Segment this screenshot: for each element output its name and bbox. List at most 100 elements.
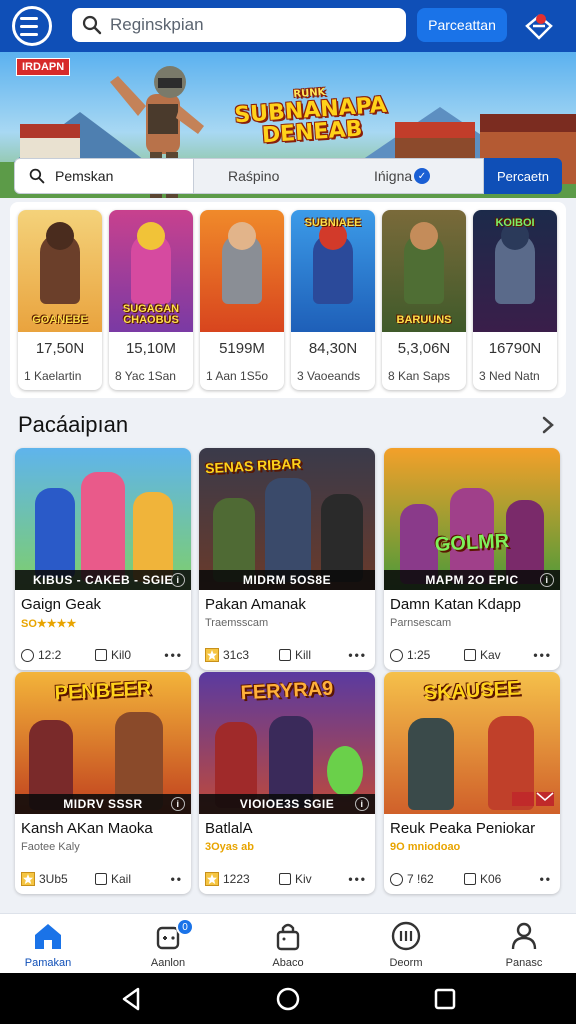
more-options-icon[interactable]: •• <box>540 872 552 886</box>
bag-icon <box>276 923 300 951</box>
game-tile[interactable]: KIBUS - CAKEB - SGIE i Gaign Geak SO★★★★ … <box>15 448 191 670</box>
recents-icon[interactable] <box>431 985 459 1013</box>
game-rating: 8 Yac 1San <box>115 369 176 383</box>
chevron-right-icon[interactable] <box>540 414 556 436</box>
notification-diamond-icon[interactable] <box>524 12 554 40</box>
info-icon[interactable]: i <box>171 797 185 811</box>
game-tile[interactable]: GOLMR MAPM 2O EPIC i Damn Katan Kdapp Par… <box>384 448 560 670</box>
game-card[interactable]: GOANEBE 17,50N 1 Kaelartin <box>18 210 102 390</box>
game-card[interactable]: SUBNIAEE 84,30N 3 Vaoeands <box>291 210 375 390</box>
game-card[interactable]: SUGAGAN CHAOBUS 15,10M 8 Yac 1San <box>109 210 193 390</box>
game-tile-strip: MIDRM 5OS8E <box>199 570 375 590</box>
character-head <box>410 222 438 250</box>
profile-icon <box>511 922 537 950</box>
checkbox-icon[interactable] <box>464 873 476 885</box>
checkbox-icon[interactable] <box>464 649 476 661</box>
filter-tab-1[interactable]: Raśpino <box>228 168 279 184</box>
game-tile[interactable]: PENBEER MIDRV SSSR i Kansh AKan Maoka Fao… <box>15 672 191 894</box>
game-tile-stat-1: 31c3 <box>223 648 250 662</box>
character-figure <box>133 492 173 582</box>
game-tile-stat-1: 3Ub5 <box>39 872 68 886</box>
nav-item-store[interactable]: Abaco <box>240 920 336 974</box>
game-tile-strip-text: MIDRM 5OS8E <box>242 573 332 587</box>
nav-item-label: Deorm <box>389 957 423 969</box>
game-size: 84,30N <box>308 340 358 357</box>
game-tile-strip-text: MAPM 2O EPIC <box>425 573 519 587</box>
filter-search-label: Pemskan <box>55 168 114 184</box>
game-card-art: KOIBOI <box>473 210 557 332</box>
checkbox-icon[interactable] <box>279 873 291 885</box>
character-figure <box>35 488 75 578</box>
nav-item-label: Aanlon <box>150 957 186 969</box>
game-tile[interactable]: SKAUSEE Reuk Peaka Peniokar 9O mniodoao … <box>384 672 560 894</box>
game-size: 16790N <box>488 340 542 357</box>
game-tile[interactable]: FERYRA9 VIOIOE3S SGIE i BatlalA 3Oyas ab … <box>199 672 375 894</box>
more-options-icon[interactable]: ••• <box>164 648 183 662</box>
game-card-art: SUBNIAEE <box>291 210 375 332</box>
game-card-art: BARUUNS <box>382 210 466 332</box>
menu-icon <box>20 24 38 28</box>
character-figure <box>321 494 363 582</box>
more-options-icon[interactable]: •• <box>171 872 183 886</box>
game-rating: 1 Aan 1S5o <box>206 369 269 383</box>
character-head <box>228 222 256 250</box>
more-options-icon[interactable]: ••• <box>348 872 367 886</box>
more-options-icon[interactable]: ••• <box>533 648 552 662</box>
checkbox-icon[interactable] <box>279 649 291 661</box>
nav-item-list[interactable]: Deorm <box>358 920 454 974</box>
filter-tabs: Raśpino Ińigna ✓ <box>194 158 484 194</box>
game-tile-subtitle: Parnsescam <box>390 617 452 629</box>
character-figure <box>81 472 125 582</box>
home-circle-icon[interactable] <box>274 985 302 1013</box>
game-tile[interactable]: SENAS RIBAR MIDRM 5OS8E Pakan Amanak Tra… <box>199 448 375 670</box>
filter-apply-button[interactable]: Percaetn <box>484 158 562 194</box>
info-icon[interactable]: i <box>171 573 185 587</box>
game-card-art-title: GOANEBE <box>32 314 88 326</box>
game-tile-art: KIBUS - CAKEB - SGIE i <box>15 448 191 590</box>
more-options-icon[interactable]: ••• <box>348 648 367 662</box>
home-icon <box>35 924 61 949</box>
game-card-art-title: SUBNIAEE <box>304 217 362 229</box>
info-icon[interactable]: i <box>355 797 369 811</box>
game-tile-subtitle: Traemsscam <box>205 617 269 629</box>
game-card[interactable]: BARUUNS 5,3,06N 8 Kan Saps <box>382 210 466 390</box>
character-head <box>46 222 74 250</box>
menu-icon <box>20 16 38 20</box>
game-card-art <box>200 210 284 332</box>
filter-tab-2[interactable]: Ińigna <box>374 168 412 184</box>
hero-title: RUNK SUBNANAPA DENEAB <box>224 82 397 150</box>
menu-button[interactable] <box>12 6 52 46</box>
game-card[interactable]: 5199M 1 Aan 1S5o <box>200 210 284 390</box>
game-tile-subtitle: SO★★★★ <box>21 618 77 630</box>
checkbox-icon[interactable] <box>95 649 107 661</box>
character-figure <box>408 718 454 810</box>
search-field[interactable]: Reginskpian <box>72 8 406 42</box>
nav-badge: 0 <box>176 918 194 936</box>
info-icon[interactable]: i <box>540 573 554 587</box>
game-tile-art: PENBEER MIDRV SSSR i <box>15 672 191 814</box>
bottom-navigation: Pamakan 0 Aanlon Abaco Deorm Panasc <box>0 913 576 973</box>
game-tile-stat-2: Kav <box>480 648 501 662</box>
nav-item-profile[interactable]: Panasc <box>476 920 572 974</box>
game-tile-footer: 1223 Kiv ••• <box>203 870 371 888</box>
top-games-carousel[interactable]: GOANEBE 17,50N 1 Kaelartin SUGAGAN CHAOB… <box>10 202 566 398</box>
header-action-button[interactable]: Parceattan <box>417 8 507 42</box>
game-tile-art-title: PENBEER <box>54 677 152 705</box>
game-card[interactable]: KOIBOI 16790N 3 Ned Natn <box>473 210 557 390</box>
nav-item-games[interactable]: 0 Aanlon <box>120 918 216 974</box>
badge-mail-icon <box>512 792 554 806</box>
game-tile-title: Pakan Amanak <box>205 596 306 613</box>
game-tile-title: Kansh AKan Maoka <box>21 820 153 837</box>
character-figure <box>265 478 311 582</box>
back-icon[interactable] <box>118 985 146 1013</box>
game-card-art: SUGAGAN CHAOBUS <box>109 210 193 332</box>
search-placeholder: Reginskpian <box>110 15 204 34</box>
game-tile-art-title: SKAUSEE <box>423 677 521 705</box>
filter-bar: Pemskan Raśpino Ińigna ✓ Percaetn <box>14 158 562 194</box>
nav-item-home[interactable]: Pamakan <box>0 920 96 974</box>
game-tile-strip-text: KIBUS - CAKEB - SGIE <box>32 573 173 587</box>
filter-search-field[interactable]: Pemskan <box>14 158 194 194</box>
game-tile-art-title: SENAS RIBAR <box>204 455 302 477</box>
app-root: Reginskpian Parceattan IRDAPN RUNK SUBNA… <box>0 0 576 1024</box>
checkbox-icon[interactable] <box>95 873 107 885</box>
